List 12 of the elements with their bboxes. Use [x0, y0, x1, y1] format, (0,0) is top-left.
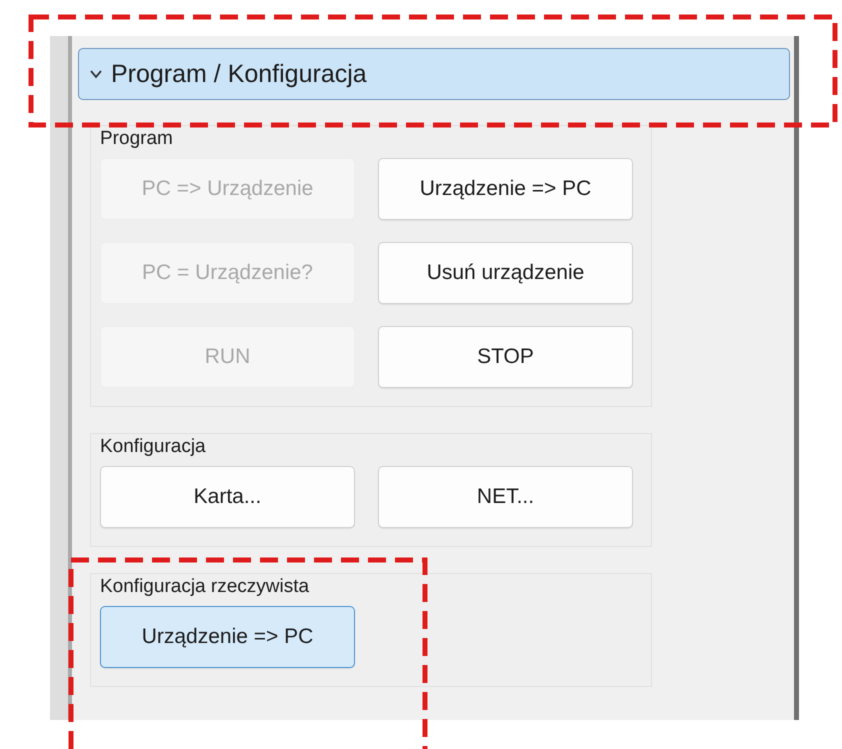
section-title: Program / Konfiguracja [111, 60, 367, 88]
group-title: Konfiguracja [100, 436, 206, 458]
group-title: Konfiguracja rzeczywista [100, 576, 310, 598]
chevron-icon [89, 69, 103, 79]
action-button[interactable]: NET... [378, 466, 633, 528]
group-title: Program [100, 128, 173, 150]
action-button[interactable]: Urządzenie => PC [378, 158, 633, 220]
action-button[interactable]: STOP [378, 326, 633, 388]
section-header[interactable]: Program / Konfiguracja [78, 48, 790, 100]
action-button[interactable]: Urządzenie => PC [100, 606, 355, 668]
action-button[interactable]: Usuń urządzenie [378, 242, 633, 304]
action-button[interactable]: Karta... [100, 466, 355, 528]
